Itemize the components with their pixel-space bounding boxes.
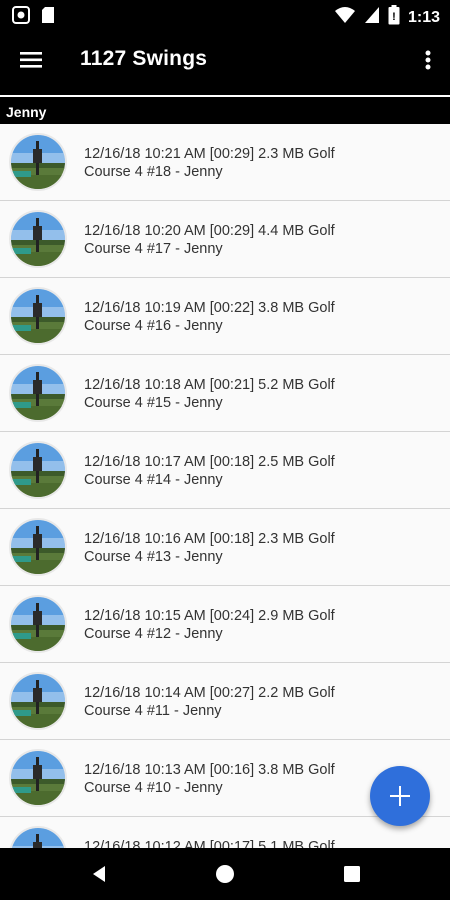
list-item[interactable]: 12/16/18 10:17 AM [00:18] 2.5 MB Golf Co… bbox=[0, 432, 450, 509]
list-item[interactable]: 12/16/18 10:16 AM [00:18] 2.3 MB Golf Co… bbox=[0, 509, 450, 586]
swing-course: Course 4 #11 - Jenny bbox=[84, 703, 222, 719]
swing-info: 12/16/18 10:17 AM [00:18] 2.5 MB Golf bbox=[84, 454, 335, 470]
swing-thumbnail[interactable] bbox=[9, 595, 67, 653]
sd-card-icon bbox=[40, 6, 56, 29]
swing-thumbnail[interactable] bbox=[9, 441, 67, 499]
status-bar: ! 1:13 bbox=[0, 0, 450, 30]
swing-thumbnail[interactable] bbox=[9, 749, 67, 807]
list-item[interactable]: 12/16/18 10:12 AM [00:17] 5.1 MB Golf Co… bbox=[0, 817, 450, 848]
swing-details: 12/16/18 10:21 AM [00:29] 2.3 MB Golf Co… bbox=[84, 145, 384, 181]
swing-details: 12/16/18 10:16 AM [00:18] 2.3 MB Golf Co… bbox=[84, 530, 384, 566]
swing-details: 12/16/18 10:13 AM [00:16] 3.8 MB Golf Co… bbox=[84, 761, 384, 797]
swing-thumbnail[interactable] bbox=[9, 210, 67, 268]
swing-details: 12/16/18 10:20 AM [00:29] 4.4 MB Golf Co… bbox=[84, 222, 384, 258]
app-bar: 1127 Swings bbox=[0, 30, 450, 92]
section-title: Jenny bbox=[6, 104, 47, 120]
status-time: 1:13 bbox=[407, 8, 440, 26]
swing-details: 12/16/18 10:19 AM [00:22] 3.8 MB Golf Co… bbox=[84, 299, 384, 335]
list-item[interactable]: 12/16/18 10:20 AM [00:29] 4.4 MB Golf Co… bbox=[0, 201, 450, 278]
swing-details: 12/16/18 10:18 AM [00:21] 5.2 MB Golf Co… bbox=[84, 376, 384, 412]
recents-icon[interactable] bbox=[340, 862, 364, 886]
swing-thumbnail[interactable] bbox=[9, 672, 67, 730]
swing-thumbnail[interactable] bbox=[9, 287, 67, 345]
swing-thumbnail[interactable] bbox=[9, 826, 67, 848]
hamburger-menu-icon[interactable] bbox=[18, 46, 46, 74]
list-item[interactable]: 12/16/18 10:14 AM [00:27] 2.2 MB Golf Co… bbox=[0, 663, 450, 740]
swing-course: Course 4 #17 - Jenny bbox=[84, 241, 223, 257]
more-vert-icon[interactable] bbox=[418, 46, 438, 74]
swing-course: Course 4 #18 - Jenny bbox=[84, 164, 223, 180]
swing-thumbnail[interactable] bbox=[9, 364, 67, 422]
app-title: 1127 Swings bbox=[80, 47, 208, 70]
swing-info: 12/16/18 10:13 AM [00:16] 3.8 MB Golf bbox=[84, 762, 335, 778]
list-item[interactable]: 12/16/18 10:21 AM [00:29] 2.3 MB Golf Co… bbox=[0, 124, 450, 201]
swing-info: 12/16/18 10:19 AM [00:22] 3.8 MB Golf bbox=[84, 300, 335, 316]
swing-course: Course 4 #12 - Jenny bbox=[84, 626, 223, 642]
notification-icon bbox=[12, 6, 30, 29]
swing-course: Course 4 #13 - Jenny bbox=[84, 549, 223, 565]
svg-text:!: ! bbox=[392, 11, 396, 23]
swing-details: 12/16/18 10:14 AM [00:27] 2.2 MB Golf Co… bbox=[84, 684, 384, 720]
swing-info: 12/16/18 10:15 AM [00:24] 2.9 MB Golf bbox=[84, 608, 335, 624]
swing-course: Course 4 #10 - Jenny bbox=[84, 780, 223, 796]
navigation-bar bbox=[0, 848, 450, 900]
list-item[interactable]: 12/16/18 10:18 AM [00:21] 5.2 MB Golf Co… bbox=[0, 355, 450, 432]
swing-thumbnail[interactable] bbox=[9, 518, 67, 576]
list-item[interactable]: 12/16/18 10:19 AM [00:22] 3.8 MB Golf Co… bbox=[0, 278, 450, 355]
back-icon[interactable] bbox=[88, 862, 112, 886]
swing-course: Course 4 #14 - Jenny bbox=[84, 472, 223, 488]
list-item[interactable]: 12/16/18 10:15 AM [00:24] 2.9 MB Golf Co… bbox=[0, 586, 450, 663]
swing-info: 12/16/18 10:20 AM [00:29] 4.4 MB Golf bbox=[84, 223, 335, 239]
swing-details: 12/16/18 10:12 AM [00:17] 5.1 MB Golf Co… bbox=[84, 838, 384, 848]
swing-info: 12/16/18 10:16 AM [00:18] 2.3 MB Golf bbox=[84, 531, 335, 547]
swing-info: 12/16/18 10:14 AM [00:27] 2.2 MB Golf bbox=[84, 685, 335, 701]
add-swing-button[interactable] bbox=[370, 766, 430, 826]
swing-details: 12/16/18 10:15 AM [00:24] 2.9 MB Golf Co… bbox=[84, 607, 384, 643]
home-icon[interactable] bbox=[213, 862, 237, 886]
swing-info: 12/16/18 10:12 AM [00:17] 5.1 MB Golf bbox=[84, 839, 335, 848]
swing-info: 12/16/18 10:21 AM [00:29] 2.3 MB Golf bbox=[84, 146, 335, 162]
swing-course: Course 4 #16 - Jenny bbox=[84, 318, 223, 334]
swing-details: 12/16/18 10:17 AM [00:18] 2.5 MB Golf Co… bbox=[84, 453, 384, 489]
battery-icon: ! bbox=[388, 5, 400, 30]
swing-course: Course 4 #15 - Jenny bbox=[84, 395, 223, 411]
signal-icon bbox=[364, 6, 380, 29]
add-icon bbox=[390, 786, 410, 806]
section-header: Jenny bbox=[0, 101, 450, 124]
swing-info: 12/16/18 10:18 AM [00:21] 5.2 MB Golf bbox=[84, 377, 335, 393]
swing-list[interactable]: 12/16/18 10:21 AM [00:29] 2.3 MB Golf Co… bbox=[0, 124, 450, 848]
swing-thumbnail[interactable] bbox=[9, 133, 67, 191]
wifi-icon bbox=[334, 6, 356, 29]
